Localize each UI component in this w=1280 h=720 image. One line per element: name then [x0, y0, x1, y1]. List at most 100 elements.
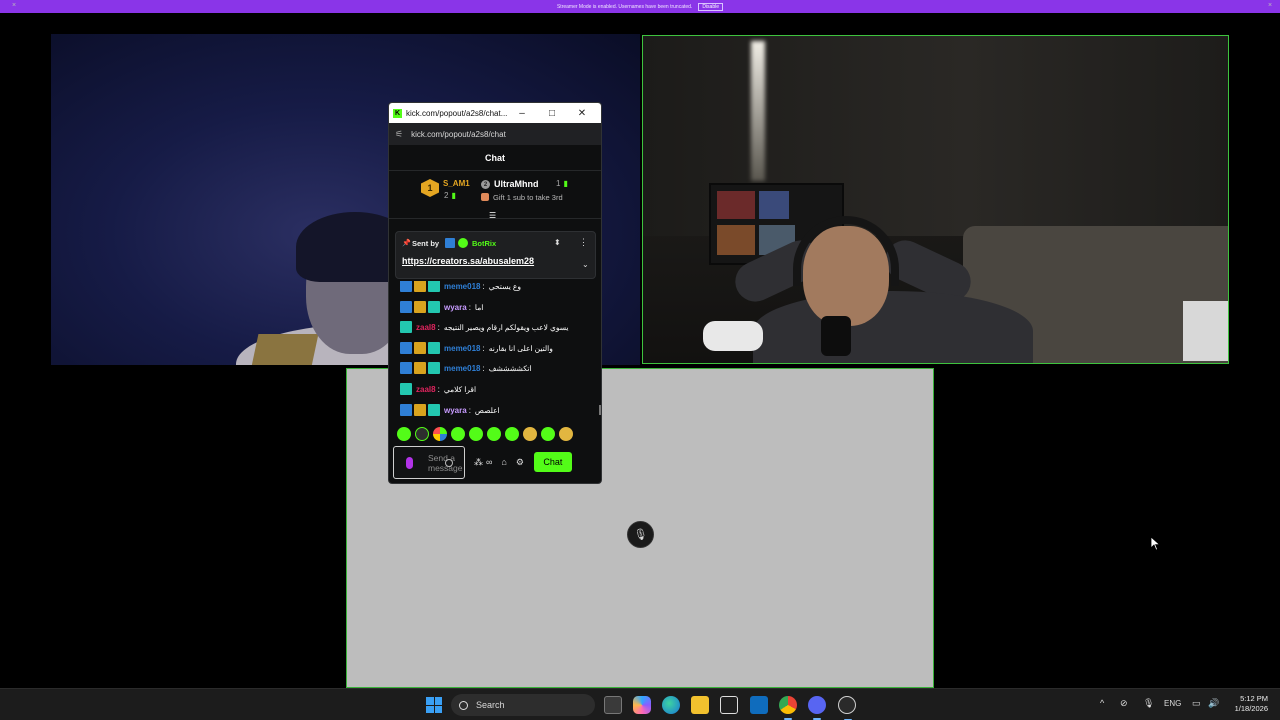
chat-message-text: اقرا كلامي	[443, 384, 477, 394]
left-close-icon[interactable]: ×	[12, 2, 18, 10]
gift-icon: ▮	[563, 179, 568, 188]
unpin-icon[interactable]: ⬍	[554, 238, 561, 247]
show-hidden-icons-chevron-icon[interactable]: ^	[1100, 698, 1104, 708]
blue-badge-icon	[400, 404, 412, 416]
chat-username[interactable]: meme018	[444, 344, 480, 353]
store-app-icon[interactable]	[720, 696, 738, 714]
chat-username[interactable]: zaal8	[416, 323, 436, 332]
gold-badge-icon	[414, 342, 426, 354]
chevron-down-icon[interactable]: ⌄	[582, 260, 589, 269]
leader-second-count: 1 ▮	[556, 179, 568, 188]
room-table	[1183, 301, 1228, 361]
chrome-icon[interactable]	[779, 696, 797, 720]
more-options-icon[interactable]: ⋮	[579, 237, 588, 248]
microphone-tray-icon[interactable]: 🎙	[1143, 698, 1154, 709]
minimize-button[interactable]: –	[507, 108, 537, 119]
chat-username[interactable]: zaal8	[416, 385, 436, 394]
gold-badge-icon	[414, 301, 426, 313]
emote-icon[interactable]	[541, 427, 555, 441]
pinned-link[interactable]: https://creators.sa/abusalem28	[402, 256, 534, 266]
chat-separator: :	[437, 322, 440, 332]
copilot-icon[interactable]	[633, 696, 651, 714]
emote-icon[interactable]	[415, 427, 429, 441]
chat-message-text: اتكششششف	[488, 363, 532, 373]
teal-badge-icon	[428, 362, 440, 374]
clock-time: 5:12 PM	[1240, 694, 1268, 703]
file-explorer-icon[interactable]	[691, 696, 709, 714]
pinned-message: 📌 Sent by BotRix ⬍ ⋮ https://creators.sa…	[395, 231, 596, 279]
chat-username[interactable]: wyara	[444, 303, 467, 312]
emote-icon[interactable]	[505, 427, 519, 441]
language-indicator[interactable]: ENG	[1164, 699, 1181, 708]
rank-two-icon: 2	[481, 180, 490, 189]
pinned-sender-name[interactable]: BotRix	[472, 239, 496, 248]
leaderboard-hint: Gift 1 sub to take 3rd	[493, 193, 563, 202]
chat-message: zaal8: اقرا كلامي	[400, 381, 476, 397]
outlook-icon[interactable]	[750, 696, 768, 714]
bot-badge-icon	[445, 238, 455, 248]
sparkles-icon[interactable]: ⁂	[474, 454, 483, 470]
mouse-cursor-icon	[1150, 536, 1161, 556]
chat-separator: :	[482, 343, 485, 353]
close-button[interactable]: ✕	[567, 108, 597, 119]
emoji-picker-icon[interactable]	[445, 458, 453, 467]
settings-gear-icon[interactable]: ⚙	[516, 454, 524, 470]
right-close-icon[interactable]: ×	[1268, 2, 1274, 10]
disable-streamer-mode-button[interactable]: Disable	[698, 2, 724, 11]
store-icon[interactable]: ⌂	[501, 454, 506, 470]
volume-icon[interactable]: 🔊	[1208, 698, 1219, 709]
task-view-icon[interactable]	[604, 696, 622, 714]
windows-start-icon[interactable]	[426, 697, 442, 713]
emote-icon[interactable]	[397, 427, 411, 441]
leader-first-name[interactable]: S_AM1	[443, 179, 470, 188]
network-off-icon[interactable]: ⊘	[1120, 698, 1128, 709]
chat-separator: :	[482, 363, 485, 373]
taskbar-search[interactable]: Search	[451, 694, 595, 716]
voice-mic-icon[interactable]	[406, 456, 413, 469]
search-icon	[459, 700, 468, 710]
emote-icon[interactable]	[433, 427, 447, 441]
window-titlebar[interactable]: K kick.com/popout/a2s8/chat... – □ ✕	[389, 103, 601, 123]
chat-message: zaal8: يسوي لاعب ويقولكم ارقام ويصير النت…	[400, 319, 569, 335]
collapse-handle-icon[interactable]: ☰	[489, 211, 496, 220]
gift-leaderboard: 1 S_AM1 2 ▮ 2 UltraMhnd 1 ▮ Gift 1 sub to …	[389, 171, 601, 220]
teal-badge-icon	[428, 404, 440, 416]
chat-username[interactable]: meme018	[444, 364, 480, 373]
edge-browser-icon[interactable]	[662, 696, 680, 714]
site-settings-icon[interactable]: ⚟	[395, 129, 403, 140]
emote-icon[interactable]	[523, 427, 537, 441]
emote-icon[interactable]	[559, 427, 573, 441]
discord-icon[interactable]	[808, 696, 826, 720]
gold-badge-icon	[414, 362, 426, 374]
desktop: Streamer Mode is enabled. Usernames have…	[0, 0, 1280, 720]
url-text: kick.com/popout/a2s8/chat	[411, 129, 506, 139]
gift-icon: ▮	[451, 191, 456, 200]
maximize-button[interactable]: □	[537, 108, 567, 119]
leader-first-count: 2 ▮	[444, 191, 456, 200]
chat-separator: :	[468, 302, 471, 312]
chat-username[interactable]: meme018	[444, 282, 480, 291]
scrollbar[interactable]	[599, 405, 601, 415]
display-icon[interactable]: ▭	[1192, 698, 1201, 709]
emote-icon[interactable]	[451, 427, 465, 441]
pin-icon: 📌	[402, 240, 411, 247]
chat-message-text: اما	[474, 302, 484, 312]
emote-icon[interactable]	[487, 427, 501, 441]
chat-separator: :	[437, 384, 440, 394]
kick-logo-icon: K	[393, 108, 402, 118]
chat-message: meme018: والتين اعلى انا بقارنه	[400, 340, 553, 356]
send-chat-button[interactable]: Chat	[533, 452, 572, 472]
chat-separator: :	[482, 281, 485, 291]
emote-icon[interactable]	[469, 427, 483, 441]
taskbar-clock[interactable]: 5:12 PM 1/18/2026	[1228, 694, 1268, 714]
white-gloves	[703, 321, 763, 351]
infinity-icon[interactable]: ∞	[486, 454, 492, 470]
steam-icon[interactable]	[838, 696, 856, 720]
blue-badge-icon	[400, 281, 412, 292]
teal-badge-icon	[428, 281, 440, 292]
message-input[interactable]: Send a message	[393, 445, 465, 479]
chat-username[interactable]: wyara	[444, 406, 467, 415]
leader-second-name[interactable]: UltraMhnd	[494, 179, 539, 189]
person-right-body	[753, 291, 1033, 363]
address-bar[interactable]: ⚟ kick.com/popout/a2s8/chat	[389, 123, 601, 145]
